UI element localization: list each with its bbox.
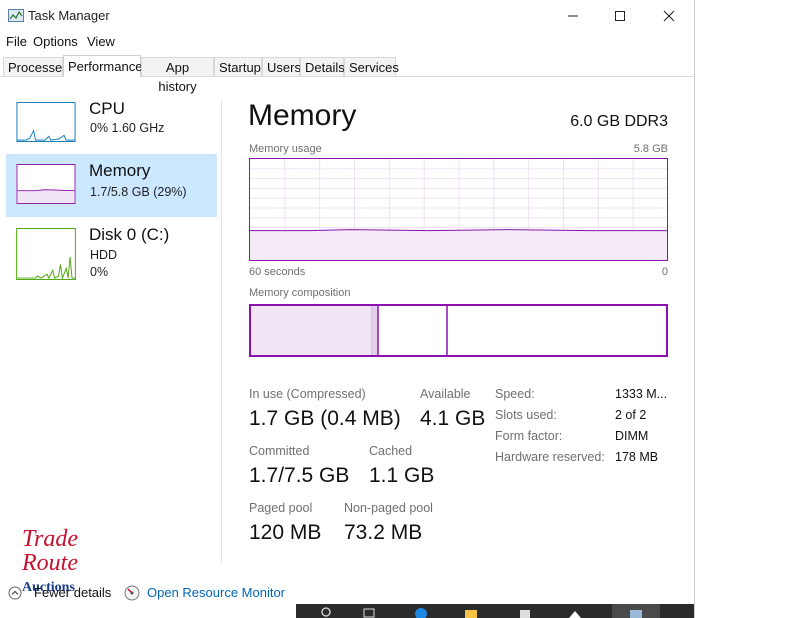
cpu-thumbnail-graph [16,102,76,142]
tab-users[interactable]: Users [262,57,301,76]
sidebar-item-cpu[interactable]: CPU 0% 1.60 GHz [6,92,217,155]
search-icon[interactable] [320,606,334,618]
task-manager-taskbar-icon [630,610,642,618]
in-use-label: In use (Compressed) [249,387,366,401]
logo-line-2: Route [22,550,78,576]
form-factor-value: DIMM [615,429,649,443]
fewer-details-label: Fewer details [34,585,112,600]
sidebar-item-subtext: HDD [90,248,118,262]
taskbar-task-manager-active[interactable] [612,604,660,618]
sidebar-item-memory[interactable]: Memory 1.7/5.8 GB (29%) [6,154,217,217]
memory-usage-graph [249,158,668,261]
in-use-value: 1.7 GB (0.4 MB) [249,407,401,430]
cached-label: Cached [369,444,413,458]
resource-sidebar: CPU 0% 1.60 GHz Memory 1.7/5.8 GB (29%) … [6,92,218,562]
disk-thumbnail-graph [16,228,76,280]
menu-options[interactable]: Options [33,34,78,49]
window-title: Task Manager [28,8,110,23]
graph-time-end: 0 [661,266,668,278]
available-label: Available [420,387,471,401]
non-paged-pool-label: Non-paged pool [344,501,433,515]
logo-line-1: Trade [22,526,79,552]
paged-pool-label: Paged pool [249,501,313,515]
store-icon[interactable] [518,606,532,618]
sidebar-item-subtext: 1.7/5.8 GB (29%) [90,185,187,199]
close-icon [663,10,675,22]
committed-value: 1.7/7.5 GB [249,464,350,487]
edge-browser-icon[interactable] [414,606,428,618]
open-resource-monitor-label: Open Resource Monitor [147,585,286,600]
pane-divider[interactable] [221,100,222,563]
chevron-up-icon [8,586,22,600]
speed-label: Speed: [495,387,535,401]
sidebar-item-disk[interactable]: Disk 0 (C:) HDD 0% [6,218,217,281]
available-value: 4.1 GB [420,407,486,430]
sidebar-item-subtext: 0% 1.60 GHz [90,121,165,135]
tab-app-history[interactable]: App history [141,57,214,94]
tab-processes[interactable]: Processes [3,57,69,76]
minimize-icon [568,15,578,17]
tab-startup[interactable]: Startup [214,57,262,76]
resource-monitor-icon [124,585,140,601]
memory-spec: 6.0 GB DDR3 [570,113,668,130]
memory-composition-label: Memory composition [249,287,351,299]
graph-time-label: 60 seconds [249,266,306,278]
hardware-reserved-value: 178 MB [615,450,659,464]
slots-used-value: 2 of 2 [615,408,647,422]
memory-composition-bar [249,304,668,357]
memory-usage-label: Memory usage [249,143,322,155]
page-title: Memory [248,99,357,132]
sidebar-item-subtext-2: 0% [90,265,109,279]
menu-bar: File Options View [0,32,694,52]
tab-details[interactable]: Details [300,57,345,76]
title-bar: Task Manager [0,0,694,32]
hardware-reserved-label: Hardware reserved: [495,450,605,464]
sidebar-item-label: Disk 0 (C:) [89,225,170,244]
close-button[interactable] [646,0,692,32]
tab-services[interactable]: Services [344,57,399,76]
paged-pool-value: 120 MB [249,521,322,544]
file-explorer-icon[interactable] [464,606,478,618]
windows-taskbar [296,604,694,618]
tab-performance[interactable]: Performance [63,55,142,77]
mail-icon[interactable] [568,606,582,618]
sidebar-item-label: Memory [89,161,151,180]
form-factor-label: Form factor: [495,429,563,443]
memory-thumbnail-graph [16,164,76,204]
tab-strip: Processes Performance App history Startu… [0,55,694,94]
sidebar-item-label: CPU [89,99,125,118]
task-view-icon[interactable] [362,606,376,618]
committed-label: Committed [249,444,310,458]
cached-value: 1.1 GB [369,464,435,487]
maximize-button[interactable] [597,0,643,32]
menu-file[interactable]: File [6,34,27,49]
task-manager-app-icon [8,9,24,22]
memory-usage-max: 5.8 GB [633,143,668,155]
task-manager-window: Task Manager File Options View Processes… [0,0,695,618]
menu-view[interactable]: View [87,34,115,49]
non-paged-pool-value: 73.2 MB [344,521,423,544]
slots-used-label: Slots used: [495,408,557,422]
minimize-button[interactable] [550,0,596,32]
maximize-icon [615,11,625,21]
speed-value: 1333 M... [615,387,668,401]
